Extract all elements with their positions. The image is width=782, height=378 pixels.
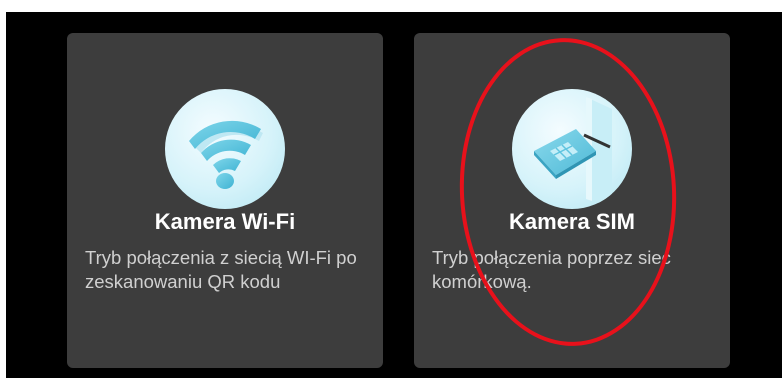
card-description: Tryb połączenia poprzez sieć komórkową.: [432, 247, 671, 292]
card-title: Kamera Wi-Fi: [154, 209, 296, 234]
sim-camera-card[interactable]: Kamera SIM Tryb połączenia poprzez sieć …: [414, 33, 730, 368]
wifi-camera-card[interactable]: Kamera Wi-Fi Tryb połączenia z siecią WI…: [67, 33, 383, 368]
card-description: Tryb połączenia z siecią WI-Fi po zeskan…: [85, 247, 357, 292]
sim-card-icon: [512, 89, 632, 209]
card-title: Kamera SIM: [509, 209, 635, 234]
wifi-icon: [165, 89, 285, 209]
